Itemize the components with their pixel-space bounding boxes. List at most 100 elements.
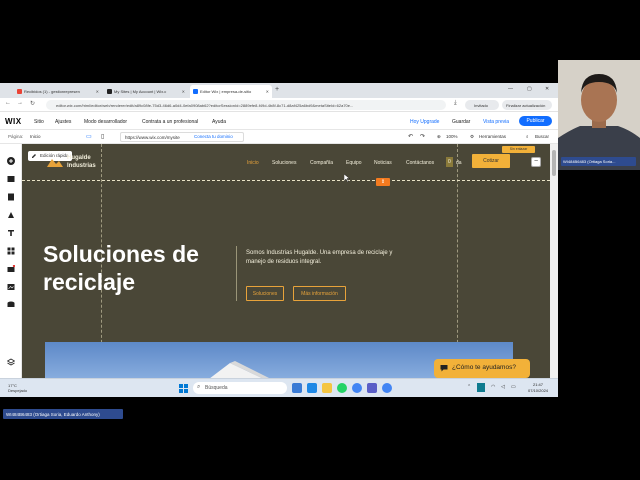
forward-icon[interactable]: → (17, 100, 23, 106)
back-icon[interactable]: ← (5, 100, 11, 106)
menu-sitio[interactable]: Sitio (34, 119, 44, 125)
soluciones-label: Soluciones (252, 291, 278, 297)
soluciones-button[interactable]: Soluciones (246, 286, 284, 301)
canvas-scrollbar[interactable] (550, 144, 558, 378)
minimize-icon[interactable]: — (508, 86, 513, 92)
address-bar[interactable]: editor.wix.com/html/editor/web/renderer/… (46, 100, 446, 110)
site-nav-noticias[interactable]: Noticias (374, 160, 392, 166)
site-logo[interactable]: Hugalde Industrias (67, 154, 96, 170)
wix-logo[interactable]: WIX (5, 117, 22, 126)
save-button[interactable]: Guardar (452, 119, 470, 125)
whatsapp-icon[interactable] (337, 383, 347, 393)
file-explorer-icon[interactable] (322, 383, 332, 393)
tab-gmail[interactable]: Recibidos (1) - gestionrepresen ✕ (14, 85, 102, 98)
guest-profile-button[interactable]: Invitado (465, 100, 499, 110)
upgrade-link[interactable]: Hoy Upgrade (410, 119, 439, 125)
site-nav-partial[interactable]: da (456, 160, 462, 166)
close-icon[interactable]: ✕ (96, 89, 99, 94)
search-button[interactable]: Buscar (535, 134, 549, 139)
windows-taskbar: 17°C Despejado ⌕ Búsqueda ⌃ ◠ ◁ ▭ 21:47 … (0, 378, 558, 397)
cms-icon[interactable] (7, 301, 15, 309)
site-nav-equipo[interactable]: Equipo (346, 160, 362, 166)
connect-domain-link[interactable]: Conecta tu dominio (194, 134, 233, 139)
desktop-view-icon[interactable]: ▭ (86, 133, 92, 140)
participant-video (558, 60, 640, 170)
apps-icon[interactable] (7, 247, 15, 255)
teams-icon[interactable] (367, 383, 377, 393)
hero-description[interactable]: Somos Industrias Hugalde. Una empresa de… (246, 249, 396, 267)
finish-update-button[interactable]: Finalizar actualización (502, 100, 552, 110)
cotizar-label: Cotizar (483, 158, 499, 164)
volume-icon[interactable]: ◁ (501, 384, 505, 390)
mouse-cursor-icon (344, 174, 350, 182)
tab-my-sites[interactable]: My Sites | My Account | Wix.c ✕ (104, 85, 188, 98)
pencil-icon (32, 154, 36, 158)
wifi-icon[interactable]: ◠ (491, 384, 495, 390)
zoom-icon[interactable]: ⊕ (437, 134, 441, 140)
redo-icon[interactable]: ↷ (420, 133, 425, 140)
media-icon[interactable] (7, 283, 15, 291)
menu-contrata-profesional[interactable]: Contrata a un profesional (142, 119, 198, 125)
task-view-icon[interactable] (292, 383, 302, 393)
mobile-view-icon[interactable]: ▯ (101, 133, 104, 140)
cotizar-button[interactable]: Cotizar (472, 154, 510, 168)
chat-widget[interactable]: ¿Cómo te ayudamos? (434, 359, 530, 378)
tools-button[interactable]: Herramientas (479, 134, 506, 139)
site-nav-inicio[interactable]: Inicio (247, 160, 259, 166)
site-url-text: https://www.wix.com/mysite (125, 135, 180, 140)
logo-line-2: Industrias (67, 163, 96, 169)
wix-page-bar: Página: Inicio ▭ ▯ https://www.wix.com/m… (0, 130, 558, 144)
editor-canvas[interactable]: Edición rápida Hugalde Industrias Inicio… (22, 144, 550, 378)
edge-icon[interactable] (307, 383, 317, 393)
new-tab-button[interactable]: + (275, 86, 279, 93)
nav-badge[interactable]: 0 (446, 157, 453, 167)
hero-title[interactable]: Soluciones de reciclaje (43, 240, 199, 296)
battery-icon[interactable]: ▭ (511, 384, 516, 390)
menu-modo-desarrollador[interactable]: Modo desarrollador (84, 119, 127, 125)
taskbar-clock[interactable]: 21:47 07/10/2024 (528, 382, 548, 394)
preview-button[interactable]: Vista previa (483, 119, 509, 125)
site-nav-compania[interactable]: Compañía (310, 160, 333, 166)
weather-widget[interactable]: 17°C Despejado (8, 383, 27, 393)
self-participant-name: WI484B6483 (Ortiaga Soria, Eduardo Antho… (3, 409, 123, 419)
add-section-icon[interactable] (7, 175, 15, 183)
business-icon[interactable] (7, 265, 15, 273)
header-boundary (22, 180, 550, 181)
scrollbar-thumb[interactable] (552, 150, 556, 176)
reload-icon[interactable]: ↻ (30, 100, 35, 107)
tray-chevron-icon[interactable]: ⌃ (467, 384, 471, 390)
participant-avatar (558, 60, 640, 170)
add-elements-icon[interactable] (7, 157, 15, 165)
menu-ajustes[interactable]: Ajustes (55, 119, 71, 125)
publish-button[interactable]: Publicar (519, 116, 552, 126)
windows-start-icon[interactable] (179, 384, 188, 393)
text-icon[interactable] (7, 229, 15, 237)
tray-app-icon[interactable] (477, 383, 485, 392)
zoom-level[interactable]: 100% (446, 134, 458, 139)
layers-icon[interactable] (7, 358, 15, 366)
page-selector[interactable]: Inicio (30, 134, 41, 139)
download-icon[interactable]: ⤓ (454, 100, 457, 107)
undo-icon[interactable]: ↶ (408, 133, 413, 140)
collapse-button[interactable]: − (531, 157, 541, 167)
mas-informacion-button[interactable]: Más información (293, 286, 346, 301)
design-icon[interactable] (7, 211, 15, 219)
shared-screen: Recibidos (1) - gestionrepresen ✕ My Sit… (0, 83, 558, 397)
site-nav-soluciones[interactable]: Soluciones (272, 160, 296, 166)
maximize-icon[interactable]: ▢ (527, 86, 532, 92)
tools-icon[interactable]: ⚙ (470, 134, 474, 140)
search-icon[interactable]: ⌕ (526, 134, 529, 139)
chrome-icon[interactable] (382, 383, 392, 393)
chat-label: ¿Cómo te ayudamos? (452, 364, 516, 371)
close-window-icon[interactable]: ✕ (545, 86, 549, 92)
close-icon[interactable]: ✕ (182, 89, 185, 94)
site-nav-contactanos[interactable]: Contáctanos (406, 160, 434, 166)
chrome-icon[interactable] (352, 383, 362, 393)
tab-wix-editor[interactable]: Editor Wix | empresa-de-sitio ✕ (190, 85, 272, 98)
taskbar-search[interactable]: ⌕ Búsqueda (193, 382, 287, 394)
close-icon[interactable]: ✕ (266, 89, 269, 94)
menu-ayuda[interactable]: Ayuda (212, 119, 226, 125)
logo-mark-icon[interactable] (46, 156, 64, 168)
pages-icon[interactable] (7, 193, 15, 201)
section-handle[interactable]: ⇕ (376, 178, 390, 186)
